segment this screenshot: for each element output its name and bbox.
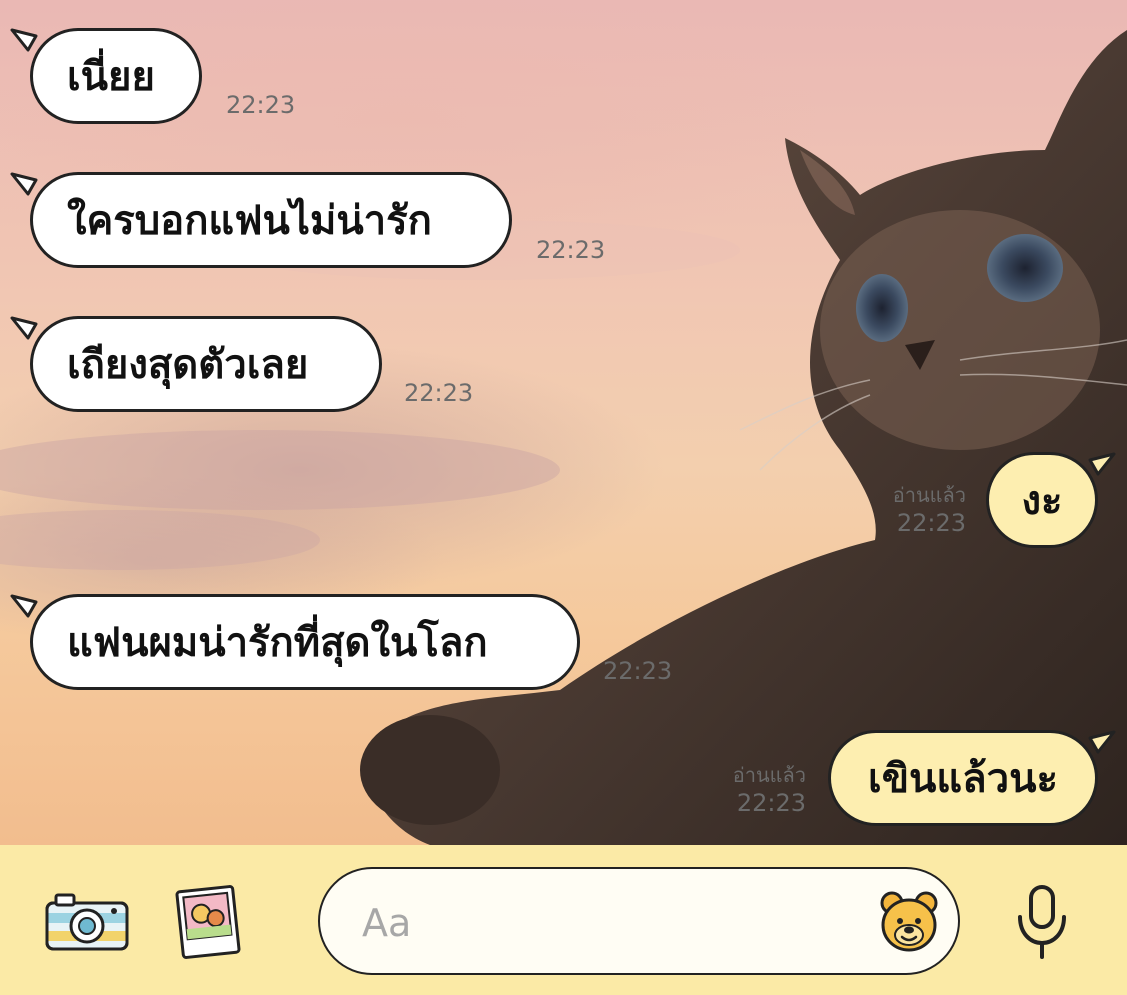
sticker-emoji-icon[interactable] (880, 889, 938, 953)
message-timestamp: 22:23 (896, 509, 966, 537)
message-meta: อ่านแล้ว 22:23 (860, 482, 966, 538)
message-text: เถียงสุดตัวเลย (67, 342, 309, 388)
message-timestamp: 22:23 (736, 789, 806, 817)
read-receipt: อ่านแล้ว (892, 483, 966, 507)
incoming-message-bubble[interactable]: ใครบอกแฟนไม่น่ารัก (30, 172, 512, 268)
cat-wallpaper-image (0, 30, 1127, 845)
bubble-tail (10, 28, 38, 52)
message-input-bar (0, 845, 1127, 995)
camera-icon[interactable] (44, 891, 130, 953)
message-input-container[interactable] (318, 867, 960, 975)
message-timestamp: 22:23 (226, 91, 296, 119)
chat-wallpaper (0, 0, 1127, 845)
message-timestamp: 22:23 (603, 657, 673, 685)
bubble-tail (10, 172, 38, 196)
message-meta: อ่านแล้ว 22:23 (700, 762, 806, 818)
outgoing-message-bubble[interactable]: เขินแล้วนะ (828, 730, 1098, 826)
photo-gallery-icon[interactable] (172, 883, 244, 961)
incoming-message-bubble[interactable]: เถียงสุดตัวเลย (30, 316, 382, 412)
bubble-tail (1088, 730, 1116, 754)
chat-screen: เนี่ยย 22:23 ใครบอกแฟนไม่น่ารัก 22:23 เถ… (0, 0, 1127, 995)
bubble-tail (1088, 452, 1116, 476)
read-receipt: อ่านแล้ว (732, 763, 806, 787)
incoming-message-bubble[interactable]: เนี่ยย (30, 28, 202, 124)
incoming-message-bubble[interactable]: แฟนผมน่ารักที่สุดในโลก (30, 594, 580, 690)
message-input[interactable] (360, 893, 864, 953)
bubble-tail (10, 316, 38, 340)
message-text: เนี่ยย (67, 54, 155, 100)
outgoing-message-bubble[interactable]: งะ (986, 452, 1098, 548)
message-text: แฟนผมน่ารักที่สุดในโลก (67, 620, 488, 666)
message-timestamp: 22:23 (536, 236, 606, 264)
bubble-tail (10, 594, 38, 618)
message-timestamp: 22:23 (404, 379, 474, 407)
message-text: งะ (1021, 478, 1063, 524)
microphone-icon[interactable] (1012, 883, 1072, 963)
message-text: เขินแล้วนะ (868, 756, 1058, 802)
message-text: ใครบอกแฟนไม่น่ารัก (67, 198, 432, 244)
